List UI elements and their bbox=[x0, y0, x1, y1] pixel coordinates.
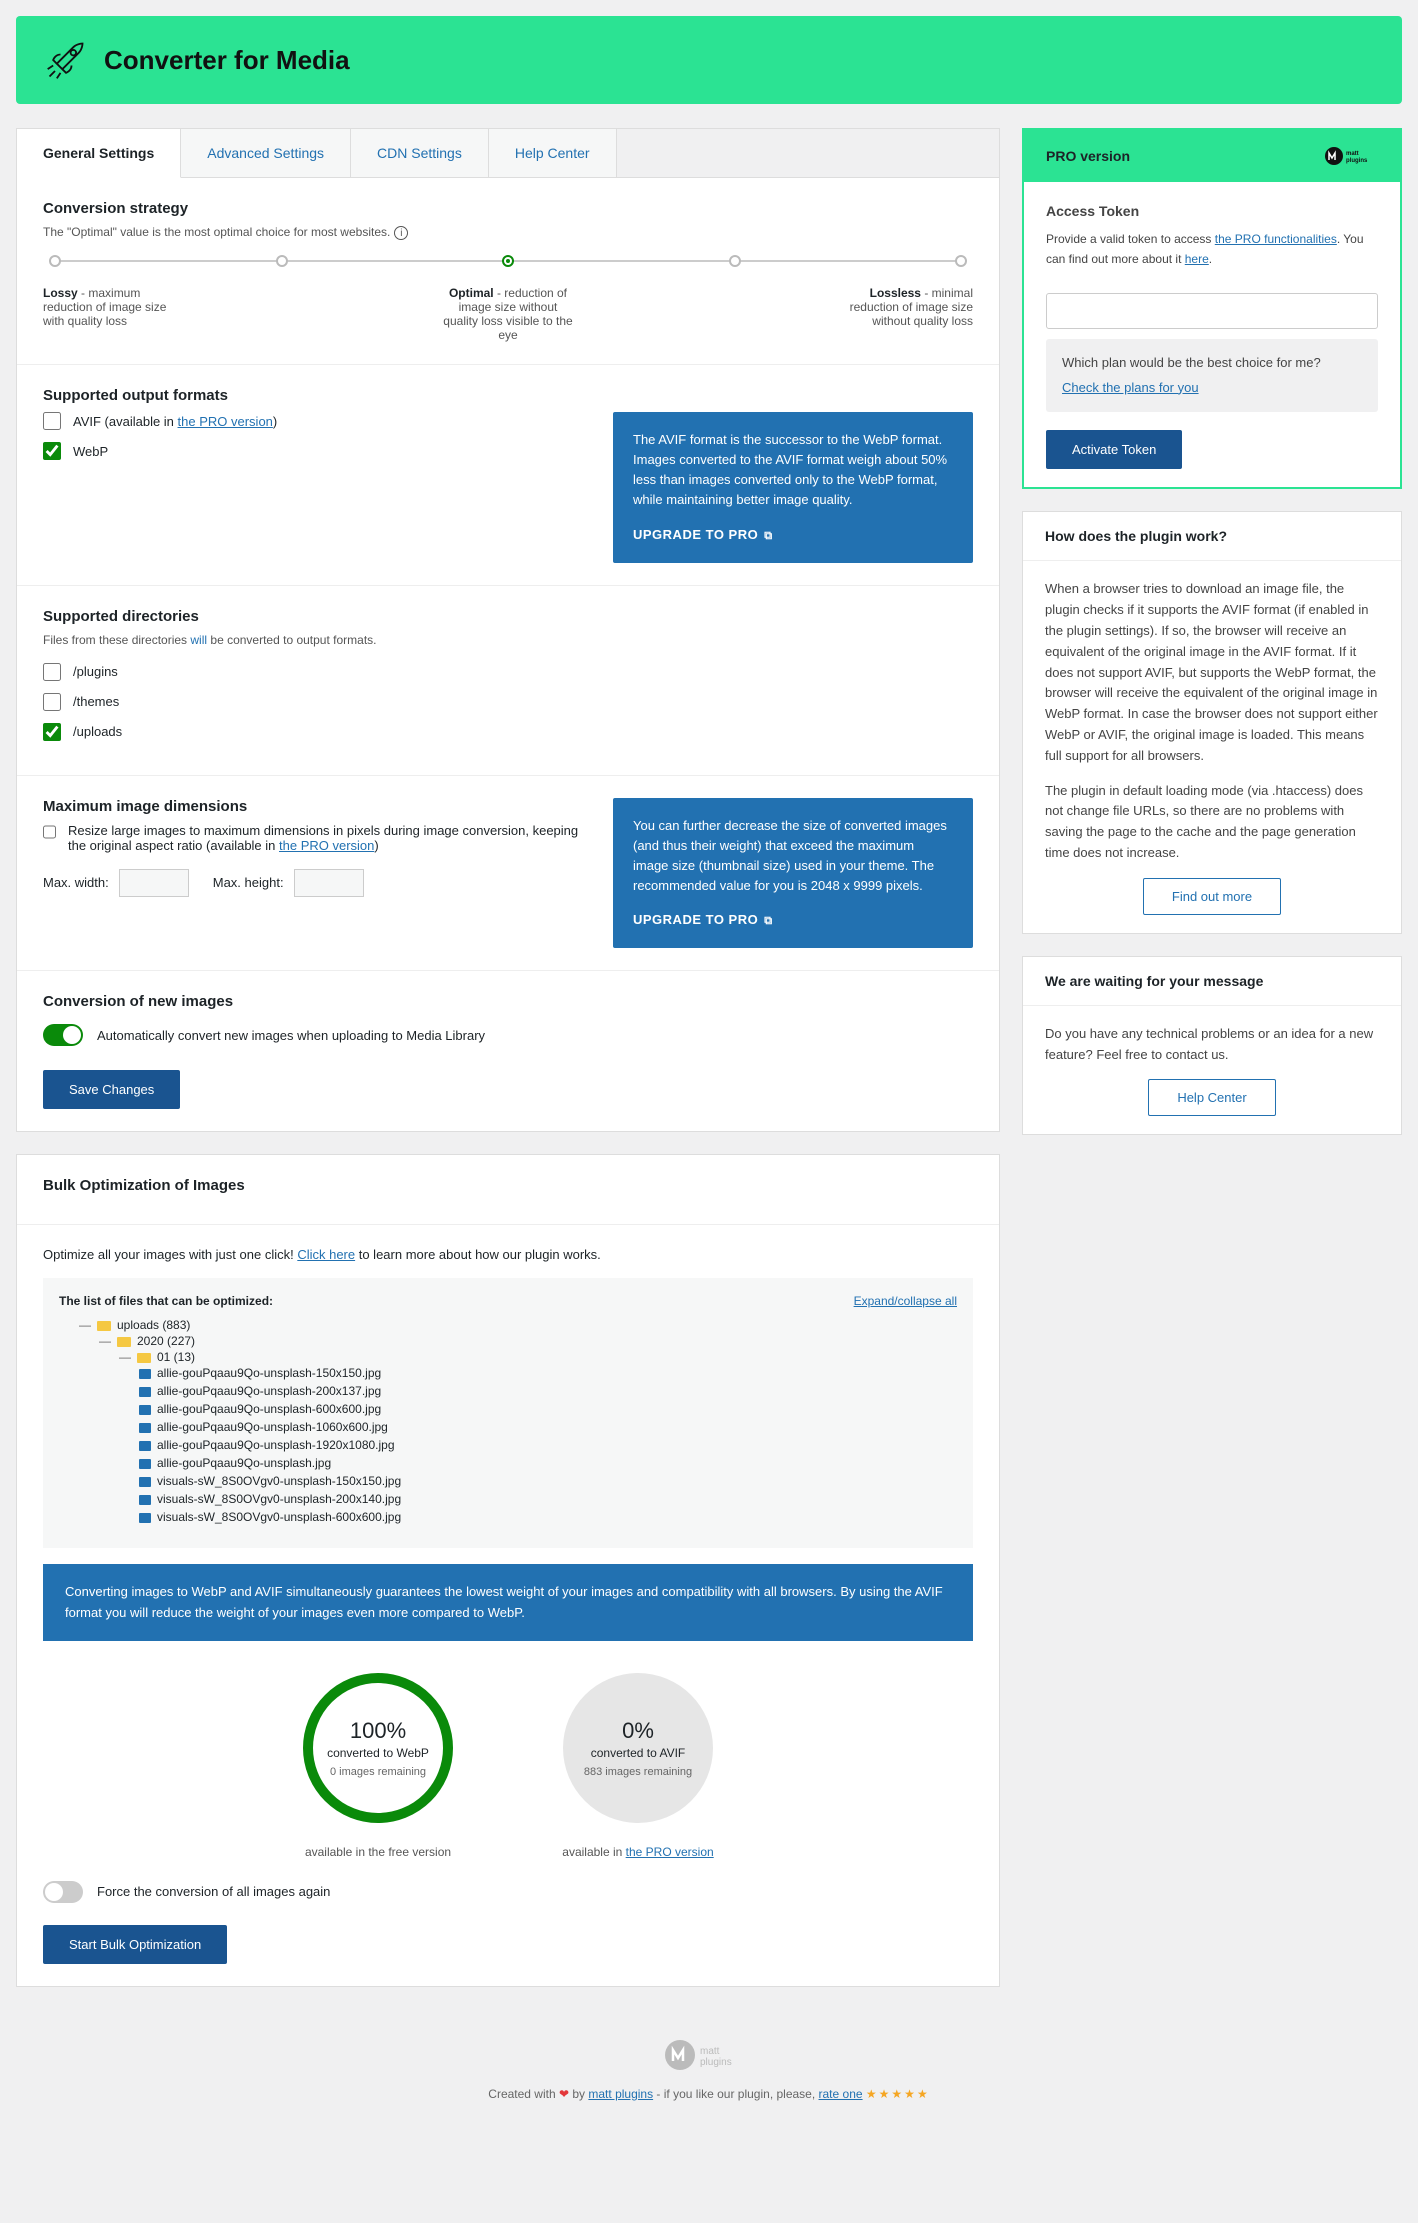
image-icon bbox=[139, 1369, 151, 1379]
page-title: Converter for Media bbox=[104, 45, 350, 76]
tree-folder[interactable]: —01 (13) allie-gouPqaau9Qo-unsplash-150x… bbox=[119, 1348, 957, 1528]
file-tree[interactable]: The list of files that can be optimized:… bbox=[43, 1278, 973, 1548]
tree-file[interactable]: visuals-sW_8S0OVgv0-unsplash-150x150.jpg bbox=[139, 1472, 957, 1490]
promo-bulk: Converting images to WebP and AVIF simul… bbox=[43, 1564, 973, 1640]
upgrade-link[interactable]: UPGRADE TO PRO⧉ bbox=[633, 910, 953, 930]
promo-avif: The AVIF format is the successor to the … bbox=[613, 412, 973, 563]
rocket-icon bbox=[44, 38, 88, 82]
image-icon bbox=[139, 1459, 151, 1469]
image-icon bbox=[139, 1495, 151, 1505]
slider-dot[interactable] bbox=[955, 255, 967, 267]
heart-icon: ❤ bbox=[559, 2087, 569, 2101]
click-here-link[interactable]: Click here bbox=[297, 1247, 355, 1262]
tree-file[interactable]: allie-gouPqaau9Qo-unsplash-1920x1080.jpg bbox=[139, 1436, 957, 1454]
tab-advanced[interactable]: Advanced Settings bbox=[181, 129, 351, 177]
tree-file[interactable]: allie-gouPqaau9Qo-unsplash-150x150.jpg bbox=[139, 1364, 957, 1382]
pro-link[interactable]: the PRO version bbox=[626, 1845, 714, 1859]
here-link[interactable]: here bbox=[1185, 252, 1209, 266]
slider-dot[interactable] bbox=[49, 255, 61, 267]
mattplugins-link[interactable]: matt plugins bbox=[588, 2087, 653, 2101]
mattplugins-logo: mattplugins bbox=[1324, 146, 1378, 166]
header-banner: Converter for Media bbox=[16, 16, 1402, 104]
image-icon bbox=[139, 1423, 151, 1433]
tab-cdn[interactable]: CDN Settings bbox=[351, 129, 489, 177]
tree-folder[interactable]: —2020 (227) —01 (13) allie-gouPqaau9Qo-u… bbox=[99, 1332, 957, 1530]
info-icon[interactable]: i bbox=[394, 226, 408, 240]
tab-help[interactable]: Help Center bbox=[489, 129, 617, 177]
section-conversion-new: Conversion of new images Automatically c… bbox=[17, 971, 999, 1131]
help-center-button[interactable]: Help Center bbox=[1148, 1079, 1275, 1116]
strategy-slider[interactable] bbox=[55, 260, 961, 262]
svg-text:matt: matt bbox=[1346, 151, 1359, 157]
tree-folder[interactable]: —uploads (883) —2020 (227) —01 (13) alli… bbox=[79, 1316, 957, 1532]
image-icon bbox=[139, 1477, 151, 1487]
checkbox-avif[interactable]: AVIF (available in the PRO version) bbox=[43, 412, 589, 430]
how-title: How does the plugin work? bbox=[1023, 512, 1401, 561]
tabs: General Settings Advanced Settings CDN S… bbox=[17, 129, 999, 178]
checkbox-resize[interactable]: Resize large images to maximum dimension… bbox=[43, 823, 589, 853]
heading: Conversion strategy bbox=[43, 200, 973, 217]
image-icon bbox=[139, 1387, 151, 1397]
start-bulk-button[interactable]: Start Bulk Optimization bbox=[43, 1925, 227, 1964]
section-formats: Supported output formats AVIF (available… bbox=[17, 365, 999, 586]
svg-text:plugins: plugins bbox=[1346, 158, 1368, 164]
checkbox-plugins[interactable]: /plugins bbox=[43, 663, 973, 681]
slider-dot[interactable] bbox=[729, 255, 741, 267]
checkbox-webp[interactable]: WebP bbox=[43, 442, 589, 460]
tree-file[interactable]: allie-gouPqaau9Qo-unsplash.jpg bbox=[139, 1454, 957, 1472]
pro-func-link[interactable]: the PRO functionalities bbox=[1215, 232, 1337, 246]
folder-icon bbox=[97, 1321, 111, 1331]
expand-collapse-link[interactable]: Expand/collapse all bbox=[854, 1294, 957, 1308]
checkbox-uploads[interactable]: /uploads bbox=[43, 723, 973, 741]
tab-general[interactable]: General Settings bbox=[17, 129, 181, 178]
tree-file[interactable]: visuals-sW_8S0OVgv0-unsplash-600x600.jpg bbox=[139, 1508, 957, 1526]
rate-link[interactable]: rate one bbox=[819, 2087, 863, 2101]
pro-link[interactable]: the PRO version bbox=[178, 414, 273, 429]
find-out-more-button[interactable]: Find out more bbox=[1143, 878, 1281, 915]
msg-title: We are waiting for your message bbox=[1023, 957, 1401, 1006]
slider-dot-active[interactable] bbox=[502, 255, 514, 267]
toggle-force-conversion[interactable] bbox=[43, 1881, 83, 1903]
tree-file[interactable]: allie-gouPqaau9Qo-unsplash-200x137.jpg bbox=[139, 1382, 957, 1400]
section-directories: Supported directories Files from these d… bbox=[17, 586, 999, 776]
max-height-input[interactable] bbox=[294, 869, 364, 897]
progress-webp: 100% converted to WebP 0 images remainin… bbox=[303, 1673, 453, 1823]
plan-box: Which plan would be the best choice for … bbox=[1046, 339, 1378, 413]
folder-icon bbox=[137, 1353, 151, 1363]
tree-file[interactable]: allie-gouPqaau9Qo-unsplash-600x600.jpg bbox=[139, 1400, 957, 1418]
external-icon: ⧉ bbox=[764, 528, 772, 545]
svg-text:matt: matt bbox=[700, 2046, 720, 2057]
save-button[interactable]: Save Changes bbox=[43, 1070, 180, 1109]
check-plans-link[interactable]: Check the plans for you bbox=[1062, 378, 1362, 399]
footer: mattplugins Created with ❤ by matt plugi… bbox=[16, 2009, 1402, 2121]
pro-panel-title: PRO version mattplugins bbox=[1024, 130, 1400, 182]
upgrade-link[interactable]: UPGRADE TO PRO⧉ bbox=[633, 525, 953, 545]
promo-dimensions: You can further decrease the size of con… bbox=[613, 798, 973, 949]
star-icons: ★★★★★ bbox=[866, 2087, 930, 2101]
checkbox-themes[interactable]: /themes bbox=[43, 693, 973, 711]
image-icon bbox=[139, 1513, 151, 1523]
tree-file[interactable]: visuals-sW_8S0OVgv0-unsplash-200x140.jpg bbox=[139, 1490, 957, 1508]
mattplugins-logo: mattplugins bbox=[664, 2039, 754, 2071]
tree-file[interactable]: allie-gouPqaau9Qo-unsplash-1060x600.jpg bbox=[139, 1418, 957, 1436]
bulk-heading: Bulk Optimization of Images bbox=[43, 1177, 973, 1194]
image-icon bbox=[139, 1441, 151, 1451]
svg-text:plugins: plugins bbox=[700, 2057, 732, 2068]
image-icon bbox=[139, 1405, 151, 1415]
section-max-dimensions: Maximum image dimensions Resize large im… bbox=[17, 776, 999, 972]
toggle-auto-convert[interactable] bbox=[43, 1024, 83, 1046]
progress-avif: 0% converted to AVIF 883 images remainin… bbox=[563, 1673, 713, 1823]
slider-dot[interactable] bbox=[276, 255, 288, 267]
folder-icon bbox=[117, 1337, 131, 1347]
pro-link[interactable]: the PRO version bbox=[279, 838, 374, 853]
activate-token-button[interactable]: Activate Token bbox=[1046, 430, 1182, 469]
external-icon: ⧉ bbox=[764, 913, 772, 930]
token-input[interactable] bbox=[1046, 293, 1378, 329]
section-strategy: Conversion strategy The "Optimal" value … bbox=[17, 178, 999, 365]
max-width-input[interactable] bbox=[119, 869, 189, 897]
